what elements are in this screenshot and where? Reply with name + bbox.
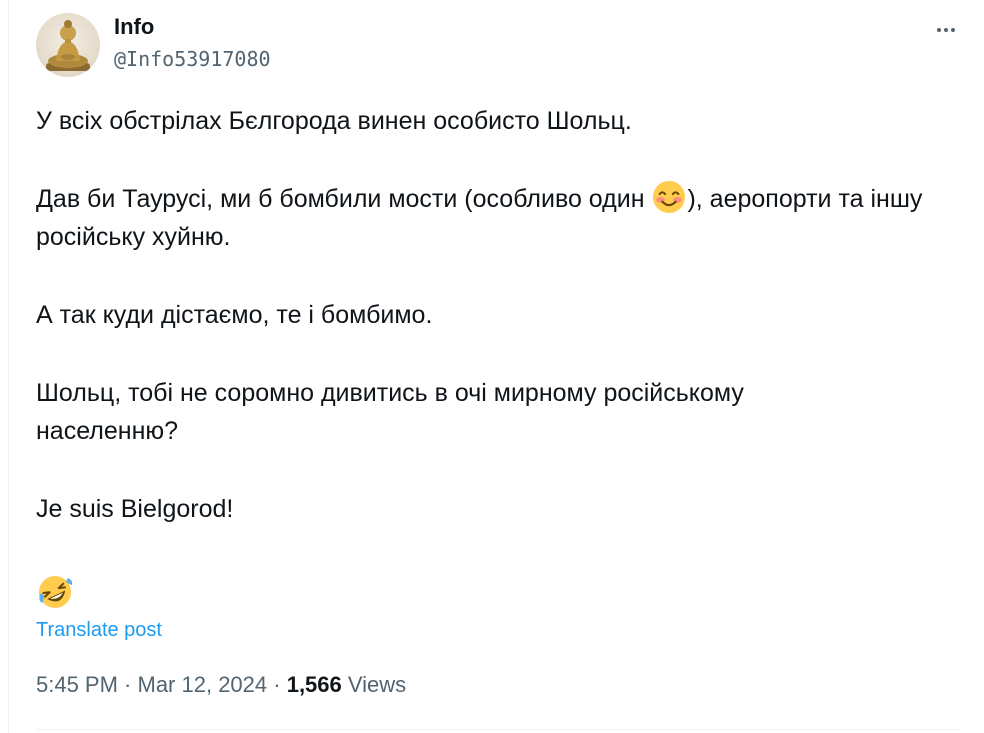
tweet-paragraph-5: Je suis Bielgorod! — [36, 495, 234, 523]
tweet-meta: 5:45 PM · Mar 12, 2024 · 1,566 Views — [36, 672, 407, 697]
author-name[interactable]: Info — [114, 14, 154, 40]
post-date[interactable]: Mar 12, 2024 — [138, 672, 268, 697]
tweet-paragraph-1: У всіх обстрілах Бєлгорода винен особист… — [36, 107, 632, 135]
tweet-paragraph-4: Шольц, тобі не соромно дивитись в очі ми… — [36, 379, 744, 445]
buddha-statue-avatar-icon — [46, 20, 90, 71]
tweet-paragraph-2: Дав би Таурусі, ми б бомбили мости (особ… — [36, 180, 966, 256]
divider — [36, 729, 960, 730]
views-count: 1,566 — [286, 672, 342, 697]
more-horizontal-icon — [937, 28, 941, 32]
translate-post-link[interactable]: Translate post — [36, 619, 162, 642]
more-options-button[interactable] — [930, 18, 962, 42]
post-time[interactable]: 5:45 PM — [36, 672, 118, 697]
views-label: Views — [341, 672, 407, 697]
tweet-paragraph-3: А так куди дістаємо, те і бомбимо. — [36, 301, 433, 329]
rolling-on-floor-laughing-emoji-icon — [39, 576, 73, 608]
tweet-text: У всіх обстрілах Бєлгорода винен особист… — [36, 102, 966, 568]
smiling-face-emoji-icon — [653, 180, 686, 214]
author-handle[interactable]: @Info53917080 — [114, 47, 271, 71]
avatar[interactable] — [36, 13, 100, 77]
